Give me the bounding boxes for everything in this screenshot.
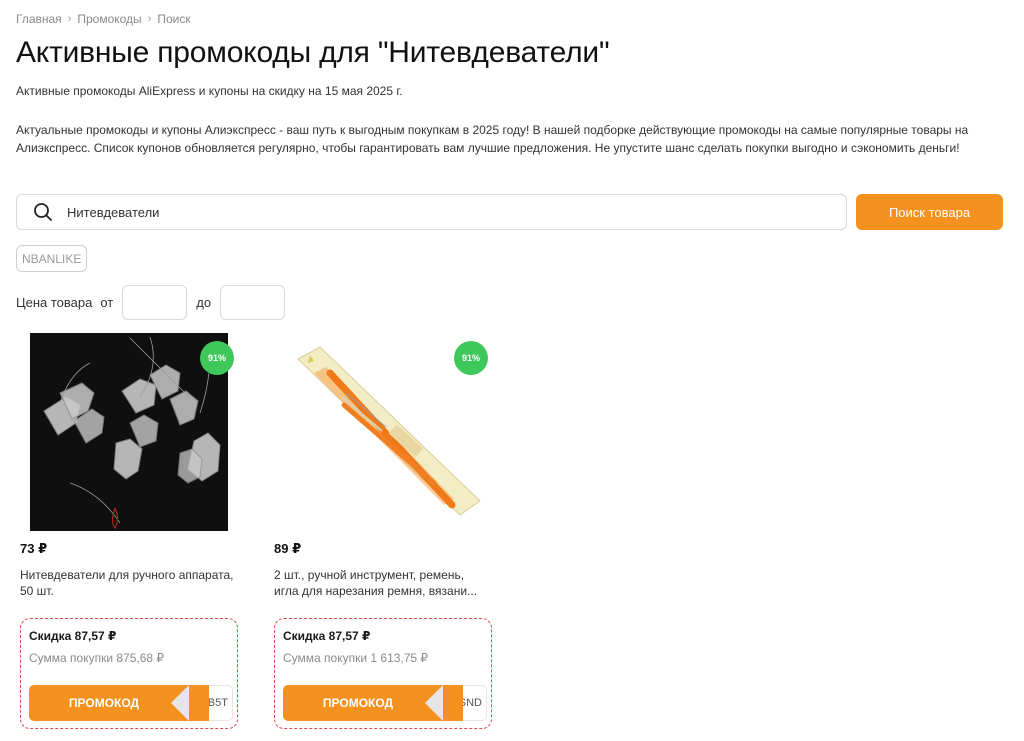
tag-chip[interactable]: NBANLIKE (16, 245, 88, 272)
discount-badge: 91% (200, 341, 234, 375)
chevron-right-icon: › (67, 13, 72, 25)
chevron-right-icon: › (147, 13, 152, 25)
search-box[interactable] (16, 194, 847, 230)
breadcrumb: Главная › Промокоды › Поиск (16, 12, 191, 26)
product-price: 73 ₽ (20, 541, 48, 556)
coupon-box: Скидка 87,57 ₽ Сумма покупки 875,68 ₽ VU… (20, 618, 238, 729)
coupon-min-purchase: Сумма покупки 1 613,75 ₽ (283, 651, 429, 665)
coupon-min-purchase: Сумма покупки 875,68 ₽ (29, 651, 165, 665)
promo-code-button[interactable]: VUB5T ПРОМОКОД (29, 685, 233, 721)
price-from-input[interactable] (122, 285, 188, 320)
breadcrumb-home[interactable]: Главная (16, 12, 62, 26)
product-title[interactable]: 2 шт., ручной инструмент, ремень, игла д… (274, 567, 488, 599)
coupon-box: Скидка 87,57 ₽ Сумма покупки 1 613,75 ₽ … (274, 618, 492, 729)
price-to-input[interactable] (220, 285, 286, 320)
page-subtitle: Активные промокоды AliExpress и купоны н… (16, 84, 403, 98)
price-to-label: до (196, 295, 212, 310)
page-description: Актуальные промокоды и купоны Алиэкспрес… (16, 123, 969, 155)
coupon-discount: Скидка 87,57 ₽ (29, 629, 117, 643)
promo-fold-corner (425, 685, 443, 721)
coupon-discount: Скидка 87,57 ₽ (283, 629, 371, 643)
product-image[interactable] (284, 333, 482, 531)
price-filter: Цена товара от до (16, 285, 286, 320)
page-title: Активные промокоды для "Нитевдеватели" (16, 36, 610, 69)
breadcrumb-promocodes[interactable]: Промокоды (77, 12, 141, 26)
search-icon (34, 203, 52, 221)
price-filter-label: Цена товара (16, 295, 93, 310)
promo-fold-corner (171, 685, 189, 721)
search-input[interactable] (67, 204, 846, 220)
product-title[interactable]: Нитевдеватели для ручного аппарата, 50 ш… (20, 567, 234, 599)
search-button[interactable]: Поиск товара (856, 194, 1003, 230)
promo-code-button[interactable]: SYSND ПРОМОКОД (283, 685, 487, 721)
product-image[interactable] (30, 333, 228, 531)
price-from-label: от (100, 295, 114, 310)
product-price: 89 ₽ (274, 541, 302, 556)
breadcrumb-search: Поиск (157, 12, 191, 26)
discount-badge: 91% (454, 341, 488, 375)
